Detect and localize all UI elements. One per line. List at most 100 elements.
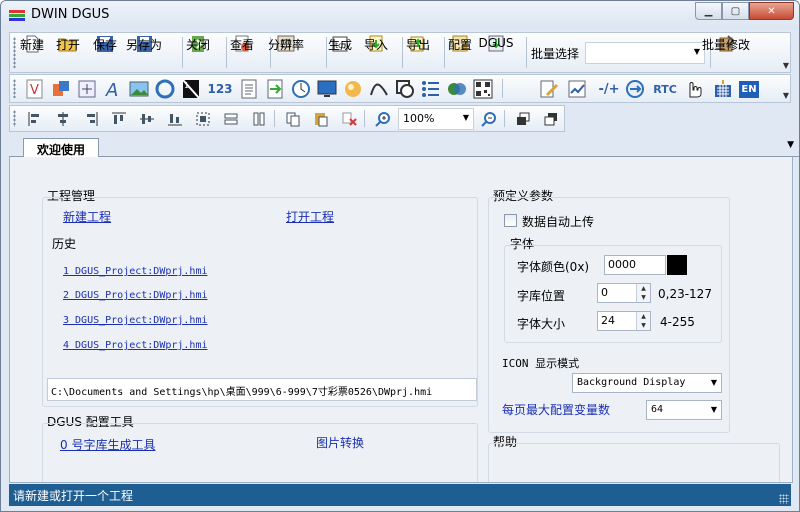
same-height-button[interactable] bbox=[248, 108, 270, 130]
font-size-spinner[interactable]: 24 ▲ ▼ bbox=[597, 311, 651, 331]
data-variable-tool[interactable]: 123 bbox=[206, 78, 234, 100]
paste-button[interactable] bbox=[310, 108, 332, 130]
save-as-button[interactable]: 另存为 bbox=[126, 35, 162, 71]
zoom-combo[interactable]: 100% ▼ bbox=[398, 108, 474, 130]
tab-menu-chevron-icon[interactable]: ▼ bbox=[787, 140, 794, 150]
list-tool[interactable] bbox=[420, 78, 442, 100]
touch-tool[interactable] bbox=[682, 78, 704, 100]
export-button[interactable]: 导出 bbox=[406, 35, 430, 71]
history-item[interactable]: 4 DGUS_Project:DWprj.hmi bbox=[63, 340, 208, 351]
max-vars-select[interactable]: 64 ▼ bbox=[646, 400, 722, 420]
screen-tool[interactable] bbox=[316, 78, 338, 100]
view-button[interactable]: 查看 bbox=[230, 35, 254, 71]
batch-select-combo[interactable]: ▼ bbox=[585, 42, 705, 64]
align-top-button[interactable] bbox=[108, 108, 130, 130]
animation-icon-tool[interactable] bbox=[50, 78, 72, 100]
copy-button[interactable] bbox=[282, 108, 304, 130]
bitmap-tool[interactable]: 1 bbox=[180, 78, 202, 100]
zoom-out-button[interactable] bbox=[478, 108, 500, 130]
open-project-link[interactable]: 打开工程 bbox=[286, 208, 334, 225]
icon-mode-select[interactable]: Background Display ▼ bbox=[572, 373, 722, 393]
svg-text:1: 1 bbox=[184, 81, 189, 90]
keyboard-tool[interactable] bbox=[712, 78, 734, 100]
batch-modify-button[interactable]: 批量修改 bbox=[702, 35, 750, 71]
align-middle-button[interactable] bbox=[136, 108, 158, 130]
app-window: DWIN DGUS ▁ ▢ ✕ 新建 打开 保存 另存为 关闭 查看 分辨率 t… bbox=[0, 0, 800, 512]
art-text-icon: A bbox=[105, 80, 118, 99]
image-tool[interactable] bbox=[128, 78, 150, 100]
align-center-icon bbox=[58, 112, 68, 126]
text-tool[interactable] bbox=[238, 78, 260, 100]
new-project-link[interactable]: 新建工程 bbox=[63, 208, 111, 225]
send-back-icon bbox=[544, 113, 557, 126]
toggle-tool[interactable] bbox=[446, 78, 468, 100]
chevron-down-icon: ▼ bbox=[462, 113, 469, 122]
align-left-button[interactable] bbox=[24, 108, 46, 130]
copy-icon bbox=[286, 112, 300, 127]
send-back-button[interactable] bbox=[540, 108, 562, 130]
toolbar-overflow-icon[interactable]: ▼ bbox=[783, 61, 789, 70]
font-pos-range: 0,23-127 bbox=[658, 287, 712, 301]
monitor-icon bbox=[317, 80, 337, 97]
delete-button[interactable] bbox=[338, 108, 360, 130]
toolbar-grip[interactable] bbox=[13, 79, 16, 98]
icon-tool[interactable] bbox=[342, 78, 364, 100]
open-button[interactable]: 打开 bbox=[56, 35, 80, 71]
status-text: 请新建或打开一个工程 bbox=[13, 489, 134, 503]
toolbar-overflow-icon[interactable]: ▼ bbox=[783, 91, 789, 100]
chart-edit-tool[interactable] bbox=[566, 78, 588, 100]
center-both-button[interactable] bbox=[192, 108, 214, 130]
increment-tool[interactable]: -/+ bbox=[596, 78, 622, 100]
history-item[interactable]: 2 DGUS_Project:DWprj.hmi bbox=[63, 290, 208, 301]
font-color-input[interactable]: 0000 bbox=[604, 255, 666, 275]
spin-arrows-icon[interactable]: ▲ ▼ bbox=[636, 284, 650, 302]
minimize-button[interactable]: ▁ bbox=[695, 2, 722, 20]
rotate-tool[interactable] bbox=[154, 78, 176, 100]
config-button[interactable]: 配置 bbox=[448, 35, 472, 71]
text-doc-icon bbox=[241, 79, 257, 99]
controls-toolbar: V A 1 123 -/+ RTC EN ▼ bbox=[9, 74, 791, 103]
dgus-button[interactable]: DGUS bbox=[479, 35, 513, 71]
resolution-button[interactable]: 分辨率 bbox=[268, 35, 304, 71]
variable-icon-tool[interactable]: V bbox=[24, 78, 46, 100]
history-item[interactable]: 3 DGUS_Project:DWprj.hmi bbox=[63, 315, 208, 326]
history-item[interactable]: 1 DGUS_Project:DWprj.hmi bbox=[63, 266, 208, 277]
rtc-tool[interactable]: RTC bbox=[650, 78, 680, 100]
same-width-button[interactable] bbox=[220, 108, 242, 130]
art-text-tool[interactable]: A bbox=[102, 78, 124, 100]
bring-front-button[interactable] bbox=[512, 108, 534, 130]
save-button[interactable]: 保存 bbox=[93, 35, 117, 71]
resize-grip-icon[interactable] bbox=[779, 494, 789, 504]
align-center-button[interactable] bbox=[52, 108, 74, 130]
zoom-in-button[interactable] bbox=[372, 108, 394, 130]
font-pos-spinner[interactable]: 0 ▲ ▼ bbox=[597, 283, 651, 303]
project-path-field: C:\Documents and Settings\hp\桌面\999\6-99… bbox=[47, 378, 477, 401]
slider-tool[interactable] bbox=[76, 78, 98, 100]
import-button[interactable]: 导入 bbox=[364, 35, 388, 71]
english-keyboard-tool[interactable]: EN bbox=[738, 78, 760, 100]
page-switch-tool[interactable] bbox=[264, 78, 286, 100]
maximize-button[interactable]: ▢ bbox=[722, 2, 749, 20]
qrcode-tool[interactable] bbox=[472, 78, 494, 100]
tab-welcome[interactable]: 欢迎使用 bbox=[23, 138, 99, 157]
toolbar-grip[interactable] bbox=[13, 110, 16, 127]
toolbar-grip[interactable] bbox=[13, 37, 16, 68]
clock-tool[interactable] bbox=[290, 78, 312, 100]
shape-tool[interactable] bbox=[394, 78, 416, 100]
close-project-button[interactable]: 关闭 bbox=[186, 35, 210, 71]
font-generator-link[interactable]: 0 号字库生成工具 bbox=[60, 436, 155, 453]
auto-upload-checkbox[interactable] bbox=[504, 214, 517, 227]
plus-minus-icon: -/+ bbox=[598, 81, 620, 97]
align-bottom-button[interactable] bbox=[164, 108, 186, 130]
spin-arrows-icon[interactable]: ▲ ▼ bbox=[636, 312, 650, 330]
variable-icon: V bbox=[26, 79, 43, 99]
generate-button[interactable]: td 生成 bbox=[328, 35, 352, 71]
sync-tool[interactable] bbox=[624, 78, 646, 100]
image-convert-link[interactable]: 图片转换 bbox=[316, 434, 364, 451]
curve-tool[interactable] bbox=[368, 78, 390, 100]
font-color-swatch[interactable] bbox=[667, 255, 687, 275]
close-window-button[interactable]: ✕ bbox=[749, 2, 794, 20]
new-button[interactable]: 新建 bbox=[20, 35, 44, 71]
align-right-button[interactable] bbox=[80, 108, 102, 130]
edit-tool[interactable] bbox=[538, 78, 560, 100]
